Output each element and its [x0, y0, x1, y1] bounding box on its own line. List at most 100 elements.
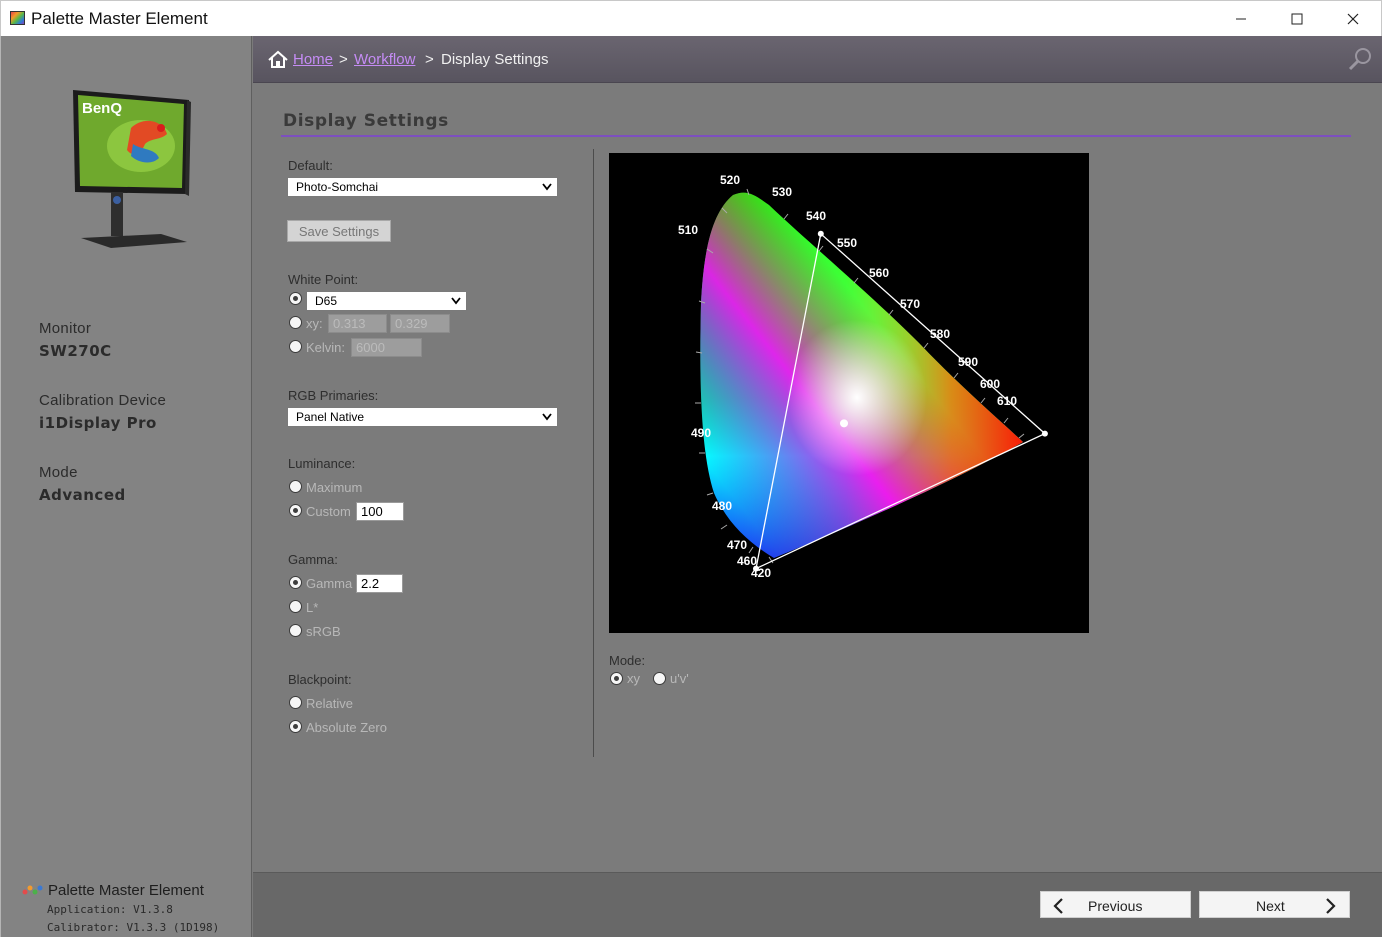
monitor-value: SW270C [39, 342, 112, 360]
wavelength-label: 540 [806, 209, 826, 223]
wavelength-label: 590 [958, 355, 978, 369]
window-title: Palette Master Element [31, 9, 208, 28]
calibrator-version: Calibrator: V1.3.3 (1D198) [47, 921, 220, 934]
breadcrumb-separator: > [339, 51, 348, 68]
gamma-srgb-radio[interactable] [289, 624, 302, 637]
wavelength-label: 490 [691, 426, 711, 440]
gamma-value-field[interactable]: 2.2 [356, 574, 403, 593]
main-panel: Display Settings Default: Photo-Somchai … [253, 83, 1382, 872]
white-point-xy-label: xy: [306, 316, 323, 331]
maximize-icon [1291, 13, 1303, 25]
chart-mode-uv-radio[interactable] [653, 672, 666, 685]
wavelength-label: 530 [772, 185, 792, 199]
locus-tick [953, 372, 959, 379]
close-icon [1347, 13, 1359, 25]
gamut-vertex [817, 230, 824, 237]
blackpoint-absolute-radio[interactable] [289, 720, 302, 733]
gamut-vertex [1041, 430, 1048, 437]
home-icon[interactable] [268, 50, 288, 69]
previous-label: Previous [1088, 898, 1143, 914]
wavelength-label: 470 [727, 538, 747, 552]
palette-master-icon [22, 885, 43, 895]
gamma-value-radio[interactable] [289, 576, 302, 589]
blackpoint-label: Blackpoint: [288, 672, 352, 687]
calibration-device-label: Calibration Device [39, 392, 167, 409]
search-icon[interactable] [1347, 46, 1373, 72]
white-point-kelvin-label: Kelvin: [306, 340, 346, 355]
breadcrumb-home-link[interactable]: Home [293, 51, 333, 68]
locus-tick [923, 342, 929, 349]
gamma-lstar-label: L* [306, 600, 319, 615]
app-icon [10, 11, 25, 25]
white-point-x-field[interactable]: 0.313 [328, 314, 387, 333]
wavelength-label: 460 [737, 554, 757, 568]
minimize-button[interactable] [1213, 1, 1269, 37]
minimize-icon [1236, 18, 1246, 20]
chart-mode-xy-radio[interactable] [610, 672, 623, 685]
next-button[interactable]: Next [1199, 891, 1350, 918]
wavelength-label: 510 [678, 223, 698, 237]
monitor-image: BenQ [73, 90, 191, 248]
breadcrumb-current: Display Settings [441, 51, 549, 68]
white-point-kelvin-radio[interactable] [289, 340, 302, 353]
sidebar: BenQ Monitor SW270C Calibration Device i… [0, 36, 252, 937]
locus-tick [720, 524, 728, 530]
white-point-kelvin-field[interactable]: 6000 [351, 338, 422, 357]
luminance-label: Luminance: [288, 456, 356, 471]
chart-mode-xy-label: xy [627, 671, 640, 686]
default-preset-value: Photo-Somchai [296, 180, 379, 194]
chevron-left-icon [1053, 898, 1063, 914]
breadcrumb: Home > Workflow > Display Settings [253, 36, 1382, 83]
about-app-name: Palette Master Element [48, 882, 204, 899]
chevron-down-icon [542, 183, 552, 191]
white-point-y-field[interactable]: 0.329 [390, 314, 450, 333]
locus-tick [1018, 433, 1025, 439]
column-divider [593, 149, 594, 757]
locus-tick [980, 397, 986, 404]
locus-tick [853, 277, 859, 284]
luminance-maximum-radio[interactable] [289, 480, 302, 493]
chevron-right-icon [1326, 898, 1336, 914]
title-bar: Palette Master Element [0, 0, 1382, 36]
previous-button[interactable]: Previous [1040, 891, 1191, 918]
save-settings-button[interactable]: Save Settings [287, 220, 391, 242]
maximize-button[interactable] [1269, 1, 1325, 37]
default-label: Default: [288, 158, 333, 173]
rgb-primaries-value: Panel Native [296, 410, 365, 424]
white-point-preset-select[interactable]: D65 [306, 291, 467, 311]
monitor-label: Monitor [39, 320, 92, 337]
locus-tick [1003, 417, 1009, 424]
luminance-custom-field[interactable]: 100 [356, 502, 404, 521]
wavelength-label: 570 [900, 297, 920, 311]
calibration-device-value: i1Display Pro [39, 414, 157, 432]
white-point-preset-radio[interactable] [289, 292, 302, 305]
white-point-xy-radio[interactable] [289, 316, 302, 329]
mode-value: Advanced [39, 486, 126, 504]
blackpoint-relative-label: Relative [306, 696, 353, 711]
wavelength-label: 480 [712, 499, 732, 513]
gamma-value-label: Gamma [306, 576, 353, 591]
chevron-down-icon [451, 297, 461, 305]
default-preset-select[interactable]: Photo-Somchai [287, 177, 558, 197]
page-title: Display Settings [283, 111, 449, 131]
locus-tick [748, 546, 754, 554]
luminance-maximum-label: Maximum [306, 480, 363, 495]
white-point-label: White Point: [288, 272, 359, 287]
chevron-down-icon [542, 413, 552, 421]
blackpoint-relative-radio[interactable] [289, 696, 302, 709]
close-button[interactable] [1325, 1, 1381, 37]
next-label: Next [1256, 898, 1285, 914]
white-point-preset-value: D65 [315, 294, 338, 308]
locus-tick [818, 245, 824, 252]
luminance-custom-radio[interactable] [289, 504, 302, 517]
gamut-vertex [753, 565, 759, 572]
cie-chromaticity-diagram: 420 460 470 480 490 510 520 530 540 550 560 570 580 5… [609, 153, 1089, 633]
chart-mode-label: Mode: [609, 653, 646, 668]
rgb-primaries-select[interactable]: Panel Native [287, 407, 558, 427]
breadcrumb-workflow-link[interactable]: Workflow [354, 51, 415, 68]
footer-bar: Previous Next [253, 872, 1382, 937]
gamma-label: Gamma: [288, 552, 338, 567]
white-point-marker [840, 419, 849, 428]
wavelength-label: 550 [837, 236, 857, 250]
gamma-lstar-radio[interactable] [289, 600, 302, 613]
